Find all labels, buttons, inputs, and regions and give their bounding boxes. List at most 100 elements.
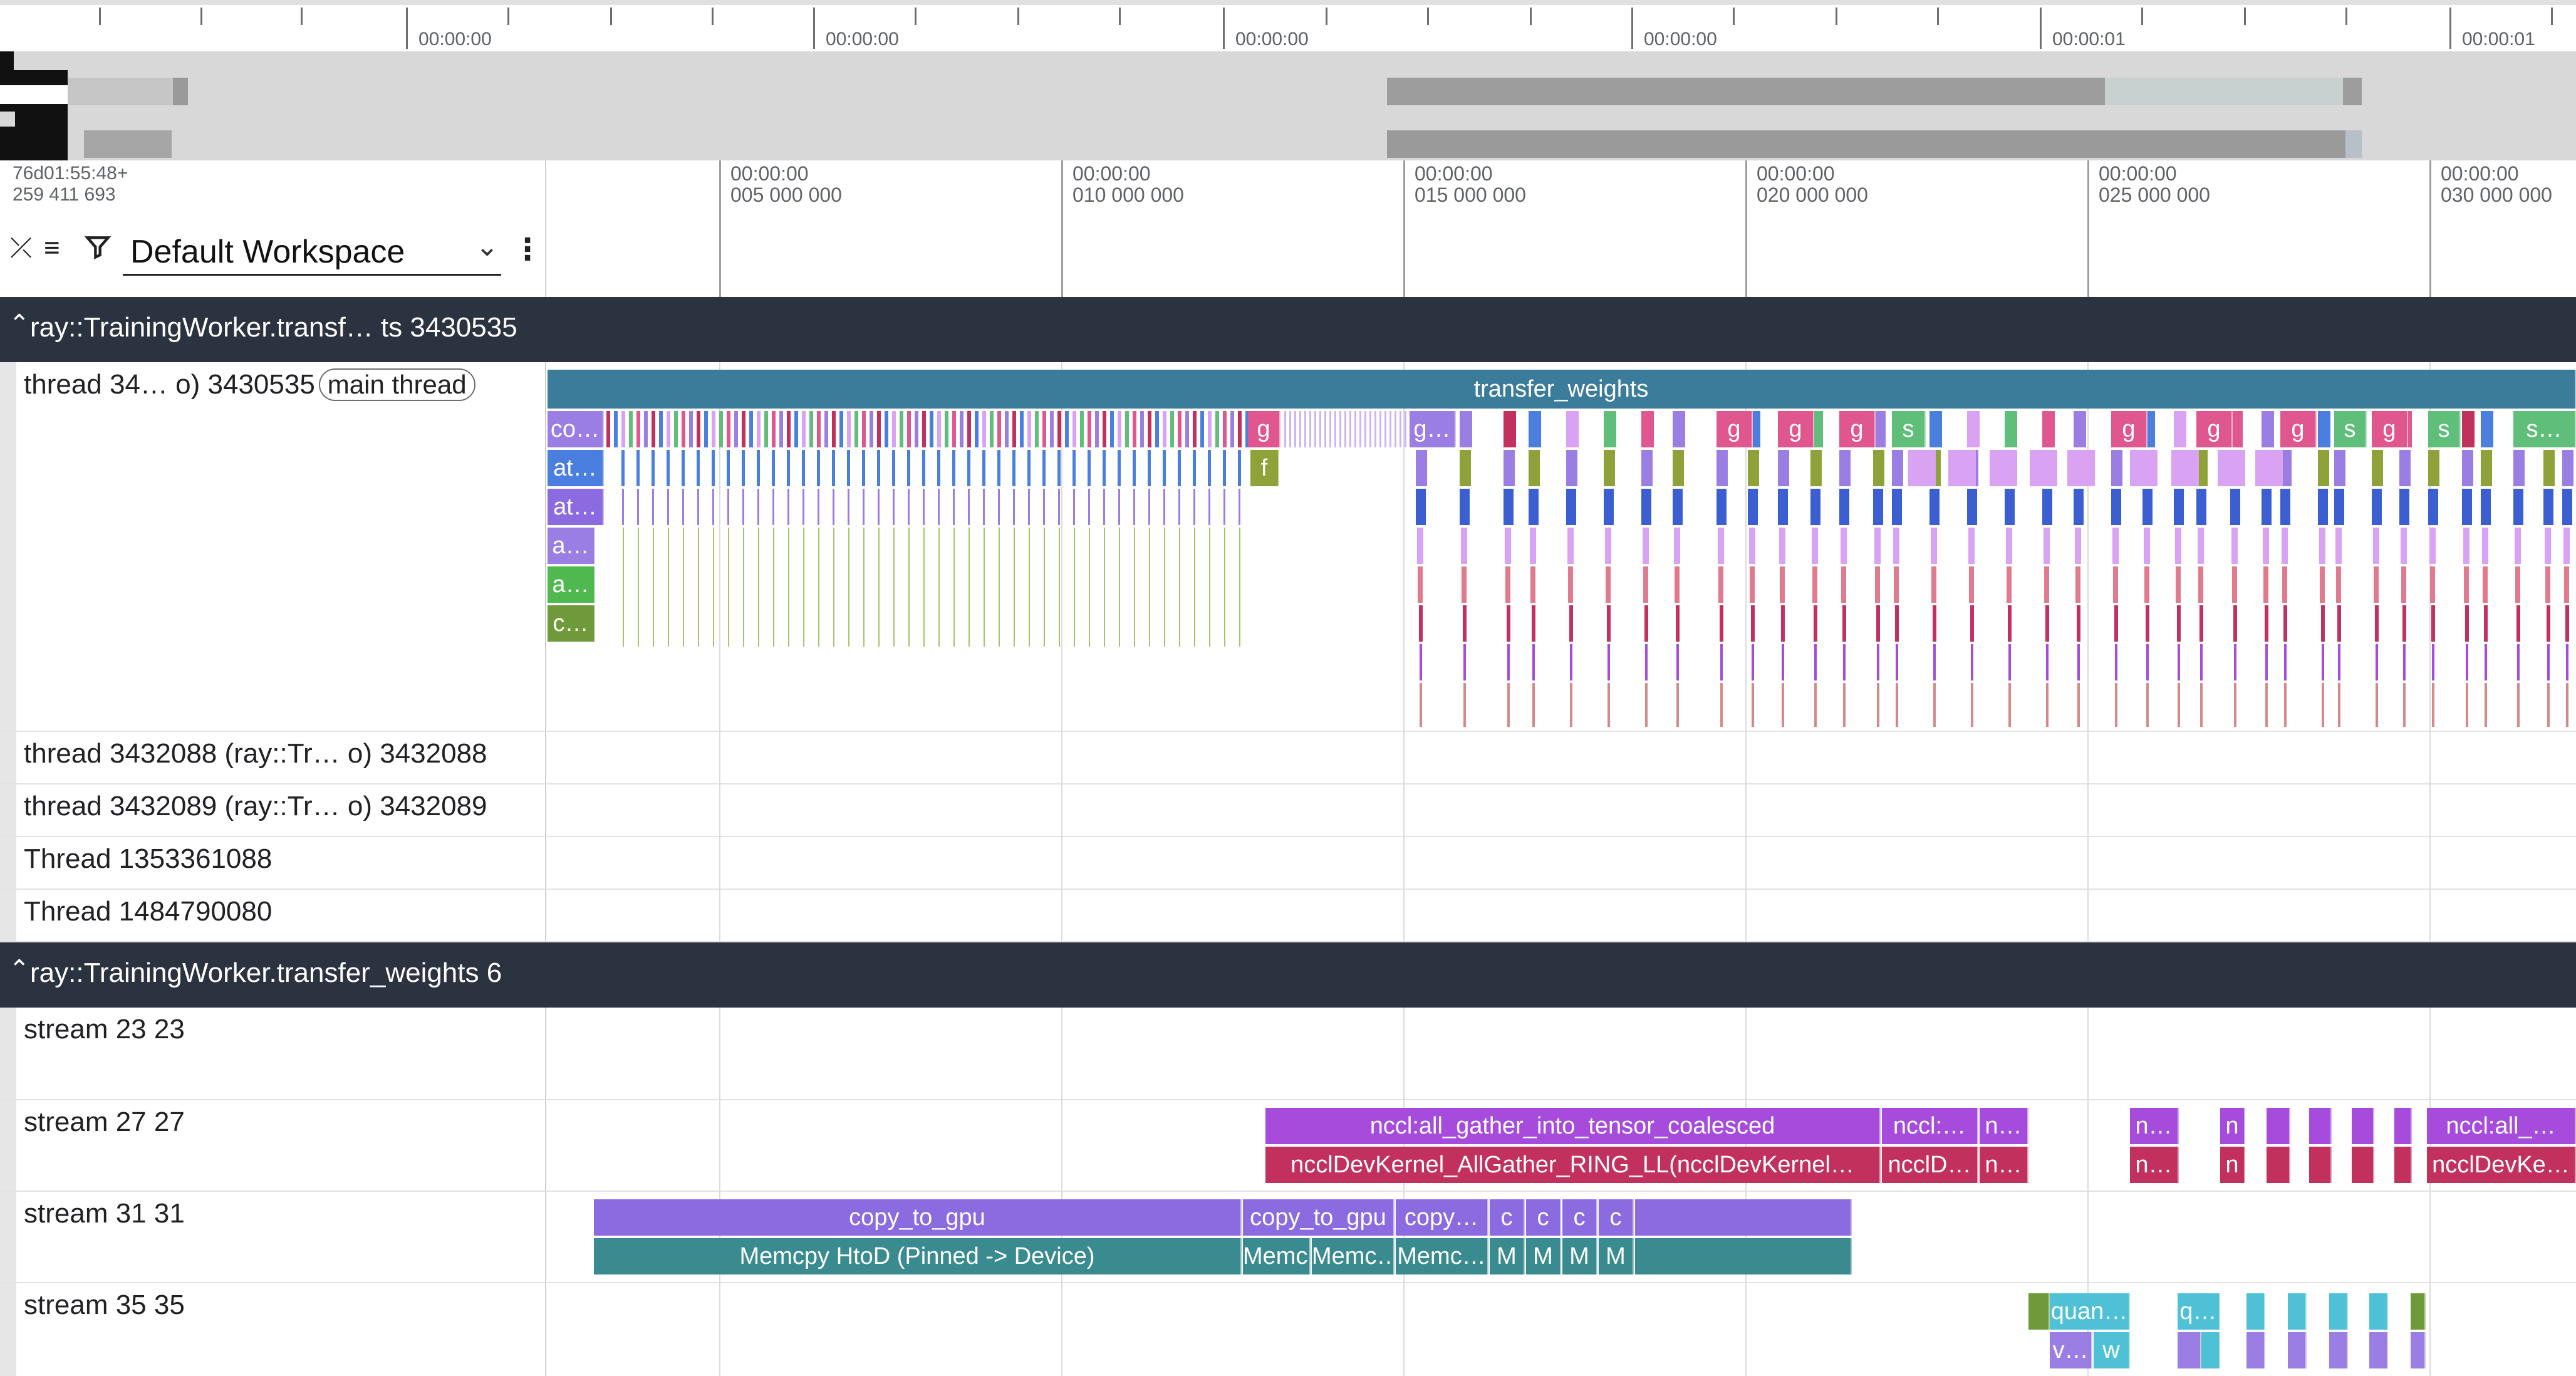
slice-nccl-kernel[interactable]: [2309, 1147, 2332, 1183]
slice-nccl[interactable]: [2267, 1108, 2290, 1144]
slice-nccl-kernel[interactable]: [2352, 1147, 2374, 1183]
slice-s[interactable]: s…: [2513, 411, 2576, 447]
track-thread[interactable]: Thread 1484790080: [0, 890, 2576, 942]
collapse-all-icon[interactable]: ⤫: [10, 234, 32, 262]
slice-g[interactable]: g: [1778, 411, 1814, 447]
slice-v[interactable]: v…: [2050, 1332, 2092, 1368]
slice-quant[interactable]: [2288, 1293, 2307, 1330]
slice-nccl-kernel[interactable]: n…: [2130, 1147, 2179, 1183]
slice-copy-to-gpu[interactable]: c: [1562, 1199, 1597, 1236]
slice-at[interactable]: at…: [548, 450, 604, 486]
slice-memcpy[interactable]: M: [1526, 1238, 1561, 1274]
slice-w[interactable]: [2201, 1332, 2220, 1368]
slice-g[interactable]: g: [2196, 411, 2233, 447]
call-stack-sliver: [1057, 450, 1061, 486]
process-header[interactable]: ⌃ ray::TrainingWorker.transf… ts 3430535: [0, 297, 2576, 362]
slice-transfer-weights[interactable]: transfer_weights: [548, 370, 2576, 409]
slice-s[interactable]: s: [2334, 411, 2367, 447]
slice-quant[interactable]: [2369, 1293, 2388, 1330]
slice-nccl[interactable]: n: [2220, 1108, 2245, 1144]
slice-v[interactable]: [2246, 1332, 2265, 1368]
list-icon[interactable]: ≡: [44, 234, 60, 262]
slice-nccl[interactable]: [2394, 1108, 2412, 1144]
slice-g[interactable]: g: [2372, 411, 2408, 447]
slice-memcpy[interactable]: Memc…: [1396, 1238, 1488, 1274]
slice-nccl[interactable]: [2309, 1108, 2332, 1144]
track-thread[interactable]: thread 3432088 (ray::Tr… o) 3432088: [0, 732, 2576, 784]
slice-nccl[interactable]: [2352, 1108, 2374, 1144]
slice-f[interactable]: f: [1250, 450, 1279, 486]
collapse-caret-icon[interactable]: ⌃: [9, 955, 30, 984]
slice-s[interactable]: s: [2428, 411, 2461, 447]
track-name: thread 3432088 (ray::Tr… o) 3432088: [24, 738, 487, 769]
slice-at[interactable]: at…: [548, 489, 604, 525]
slice-nccl-kernel[interactable]: ncclD…: [1882, 1147, 1978, 1183]
track-thread[interactable]: thread 3432089 (ray::Tr… o) 3432089: [0, 784, 2576, 837]
slice-v[interactable]: [2288, 1332, 2307, 1368]
slice-copy-to-gpu[interactable]: c: [1599, 1199, 1634, 1236]
slice-nccl[interactable]: nccl:…: [1882, 1108, 1978, 1144]
slice-g[interactable]: g…: [1410, 411, 1456, 447]
slice-copy-to-gpu[interactable]: c: [1526, 1199, 1561, 1236]
slice-copy-to-gpu[interactable]: copy…: [1396, 1199, 1488, 1236]
slice-copy-to-gpu[interactable]: c: [1490, 1199, 1525, 1236]
overview-ruler[interactable]: 00:00:00 00:00:00 00:00:00 00:00:00 00:0…: [0, 0, 2576, 51]
slice-quant[interactable]: quan…: [2050, 1293, 2130, 1330]
slice-quant-prefix[interactable]: [2028, 1293, 2050, 1330]
slice-g[interactable]: g: [2280, 411, 2317, 447]
slice-g[interactable]: g: [1716, 411, 1753, 447]
call-stack-sliver: [1529, 489, 1539, 525]
slice-v[interactable]: [2411, 1332, 2426, 1368]
slice-memcpy-dense[interactable]: [1635, 1238, 1852, 1274]
slice-quant[interactable]: [2329, 1293, 2348, 1330]
track-stream[interactable]: stream 23 23: [0, 1008, 2576, 1100]
slice-quant[interactable]: q…: [2178, 1293, 2220, 1330]
slice-memcpy[interactable]: M: [1490, 1238, 1525, 1274]
slice-memcpy[interactable]: M: [1599, 1238, 1634, 1274]
slice-nccl-kernel[interactable]: n…: [1980, 1147, 2028, 1183]
slice-co[interactable]: co…: [548, 411, 604, 447]
slice-nccl-all-gather[interactable]: nccl:all_…: [2427, 1108, 2576, 1144]
workspace-select[interactable]: Default Workspace ⌄: [123, 228, 501, 276]
slice-nccl[interactable]: n…: [2130, 1108, 2179, 1144]
call-stack-sliver: [2231, 528, 2238, 564]
slice-w[interactable]: w: [2094, 1332, 2130, 1368]
slice-c[interactable]: c…: [548, 605, 595, 642]
slice-g[interactable]: g: [1248, 411, 1280, 447]
slice-nccl-kernel[interactable]: n: [2220, 1147, 2245, 1183]
call-stack-sliver: [1110, 411, 1114, 447]
slice-v[interactable]: [2369, 1332, 2388, 1368]
call-stack-sliver: [2077, 605, 2080, 642]
slice-nccl-kernel[interactable]: ncclDevKe…: [2427, 1147, 2576, 1183]
slice-nccl-kernel[interactable]: [2267, 1147, 2290, 1183]
slice-memcpy[interactable]: Memc…: [1312, 1238, 1394, 1274]
slice-memcpy[interactable]: M: [1562, 1238, 1597, 1274]
slice-g[interactable]: g: [2111, 411, 2148, 447]
call-stack-sliver: [1532, 683, 1535, 727]
slice-nccl-all-gather[interactable]: nccl:all_gather_into_tensor_coalesced: [1265, 1108, 1881, 1144]
overview-minimap[interactable]: [0, 51, 2576, 160]
slice-v[interactable]: [2178, 1332, 2201, 1368]
track-thread[interactable]: Thread 1353361088: [0, 837, 2576, 890]
collapse-caret-icon[interactable]: ⌃: [9, 310, 30, 338]
filter-icon[interactable]: [84, 233, 112, 266]
track-main-thread[interactable]: thread 34… o) 3430535 main thread: [0, 362, 2576, 732]
more-vert-icon[interactable]: ⋮: [512, 232, 543, 267]
slice-nccl[interactable]: n…: [1980, 1108, 2028, 1144]
slice-g[interactable]: g: [1839, 411, 1876, 447]
slice-copy-to-gpu[interactable]: copy_to_gpu: [1243, 1199, 1394, 1236]
slice-nccl-kernel[interactable]: ncclDevKernel_AllGather_RING_LL(ncclDevK…: [1265, 1147, 1881, 1183]
slice-memcpy-htod[interactable]: Memcpy HtoD (Pinned -> Device): [594, 1238, 1242, 1274]
slice-s[interactable]: s: [1892, 411, 1926, 447]
timeline-ruler[interactable]: 00:00:00 005 000 000 00:00:00 010 000 00…: [546, 160, 2576, 297]
process-header[interactable]: ⌃ ray::TrainingWorker.transfer_weights 6: [0, 942, 2576, 1008]
slice-nccl-kernel[interactable]: [2394, 1147, 2412, 1183]
slice-copy-to-gpu[interactable]: copy_to_gpu: [594, 1199, 1242, 1236]
slice-quant[interactable]: [2246, 1293, 2265, 1330]
slice-v[interactable]: [2329, 1332, 2348, 1368]
slice-memcpy[interactable]: Memc…: [1243, 1238, 1311, 1274]
slice-a[interactable]: a…: [548, 566, 595, 603]
slice-copy-to-gpu-dense[interactable]: [1635, 1199, 1852, 1236]
slice-a[interactable]: a…: [548, 528, 595, 564]
slice-quant[interactable]: [2411, 1293, 2426, 1330]
